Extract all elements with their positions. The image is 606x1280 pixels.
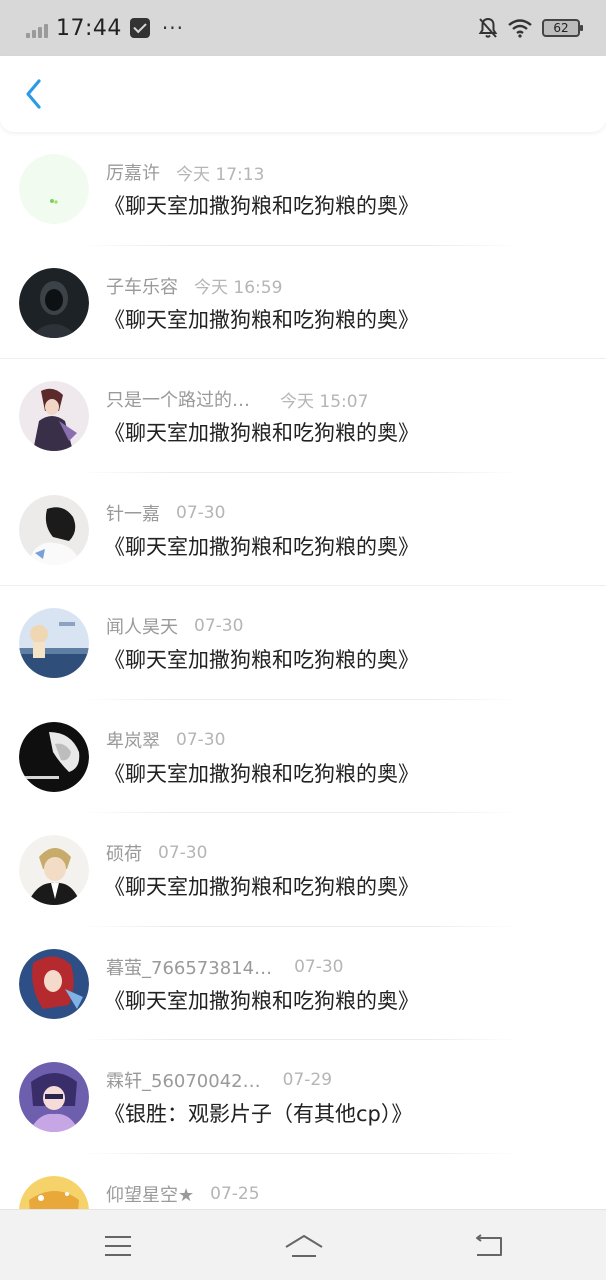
item-name: 卑岚翠 — [106, 730, 160, 752]
message-list: 厉嘉许 今天 17:13 《聊天室加撒狗粮和吃狗粮的奥》 子车乐容 今天 16:59… — [0, 132, 606, 1209]
home-icon — [285, 1235, 323, 1257]
list-item[interactable]: 仰望星空★ 07-25 — [0, 1154, 606, 1209]
item-time: 07-30 — [194, 616, 244, 636]
item-time: 07-30 — [294, 956, 344, 977]
avatar[interactable] — [19, 267, 89, 338]
status-bar: 17:44 ··· 62 — [0, 0, 606, 56]
item-time: 07-29 — [282, 1070, 333, 1090]
avatar[interactable] — [19, 721, 89, 792]
item-title: 《聊天室加撒狗粮和吃狗粮的奥》 — [104, 421, 419, 445]
avatar[interactable] — [19, 1062, 89, 1132]
item-title: 《聊天室加撒狗粮和吃狗粮的奥》 — [104, 534, 419, 559]
item-name: 闻人昊天 — [106, 617, 178, 638]
item-name: 仰望星空★ — [106, 1184, 195, 1206]
chevron-left-icon — [26, 79, 41, 109]
wifi-icon — [508, 19, 532, 38]
list-item[interactable]: 只是一个路过的… 今天 15:07 《聊天室加撒狗粮和吃狗粮的奥》 — [0, 359, 606, 473]
item-time: 07-30 — [158, 843, 208, 863]
battery-level: 62 — [553, 21, 569, 35]
item-time: 07-30 — [176, 502, 226, 523]
item-title: 《聊天室加撒狗粮和吃狗粮的奥》 — [104, 648, 419, 672]
item-name: 厉嘉许 — [106, 163, 160, 184]
top-header — [0, 56, 606, 132]
avatar[interactable] — [19, 948, 89, 1019]
item-title: 《聊天室加撒狗粮和吃狗粮的奥》 — [104, 194, 419, 218]
status-time: 17:44 — [56, 15, 122, 41]
list-item[interactable]: 针一嘉 07-30 《聊天室加撒狗粮和吃狗粮的奥》 — [0, 473, 606, 586]
status-more: ··· — [161, 16, 184, 40]
avatar[interactable] — [19, 1175, 89, 1209]
notification-message-icon — [129, 18, 150, 38]
item-name: 霖轩_56070042… — [106, 1071, 261, 1092]
item-title: 《聊天室加撒狗粮和吃狗粮的奥》 — [104, 988, 419, 1013]
list-item[interactable]: 闻人昊天 07-30 《聊天室加撒狗粮和吃狗粮的奥》 — [0, 586, 606, 700]
back-nav-button[interactable] — [470, 1228, 506, 1264]
item-title: 《聊天室加撒狗粮和吃狗粮的奥》 — [104, 875, 419, 899]
item-time: 今天 17:13 — [176, 164, 265, 185]
bottom-nav-bar — [0, 1209, 606, 1280]
avatar[interactable] — [19, 494, 89, 565]
item-time: 今天 16:59 — [194, 278, 283, 298]
list-item[interactable]: 子车乐容 今天 16:59 《聊天室加撒狗粮和吃狗粮的奥》 — [0, 246, 606, 359]
home-button[interactable] — [283, 1228, 325, 1264]
list-item[interactable]: 厉嘉许 今天 17:13 《聊天室加撒狗粮和吃狗粮的奥》 — [0, 132, 606, 246]
item-name: 硕荷 — [106, 844, 142, 865]
avatar[interactable] — [19, 608, 89, 678]
menu-button[interactable] — [100, 1228, 136, 1264]
avatar[interactable] — [19, 154, 89, 224]
bell-off-icon — [478, 17, 498, 38]
list-item[interactable]: 硕荷 07-30 《聊天室加撒狗粮和吃狗粮的奥》 — [0, 813, 606, 927]
item-name: 子车乐容 — [106, 276, 178, 298]
item-name: 只是一个路过的… — [106, 390, 250, 411]
item-time: 07-30 — [176, 729, 226, 750]
back-icon — [476, 1234, 502, 1256]
battery-icon: 62 — [542, 19, 583, 37]
list-item[interactable]: 霖轩_56070042… 07-29 《银胜：观影片子（有其他cp）》 — [0, 1040, 606, 1154]
back-button[interactable] — [18, 78, 50, 110]
menu-icon — [105, 1236, 131, 1256]
list-item[interactable]: 暮萤_766573814… 07-30 《聊天室加撒狗粮和吃狗粮的奥》 — [0, 927, 606, 1040]
item-time: 今天 15:07 — [280, 391, 369, 412]
item-time: 07-25 — [210, 1183, 260, 1204]
signal-icon — [26, 22, 48, 38]
item-name: 针一嘉 — [106, 503, 160, 525]
avatar[interactable] — [19, 381, 89, 451]
item-title: 《银胜：观影片子（有其他cp）》 — [104, 1102, 413, 1126]
item-title: 《聊天室加撒狗粮和吃狗粮的奥》 — [104, 761, 419, 786]
item-title: 《聊天室加撒狗粮和吃狗粮的奥》 — [104, 307, 419, 332]
avatar[interactable] — [19, 835, 89, 905]
list-item[interactable]: 卑岚翠 07-30 《聊天室加撒狗粮和吃狗粮的奥》 — [0, 700, 606, 813]
item-name: 暮萤_766573814… — [106, 957, 273, 979]
